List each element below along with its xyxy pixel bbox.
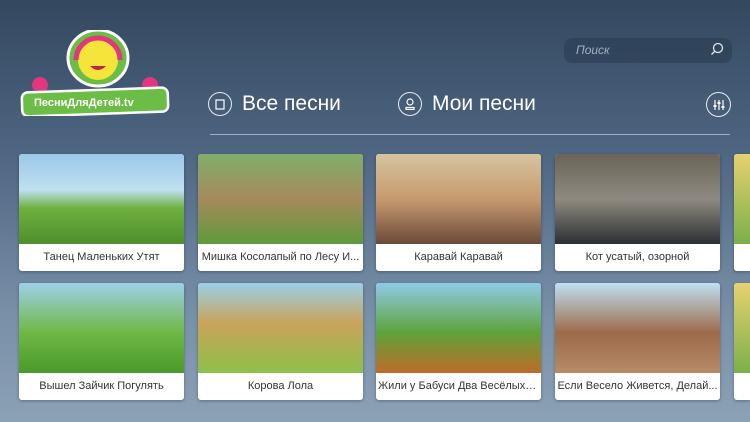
song-title: Если Весело Живется, Делай... bbox=[557, 380, 718, 392]
song-thumbnail bbox=[734, 283, 750, 373]
song-thumbnail bbox=[19, 154, 184, 244]
divider bbox=[210, 134, 730, 135]
song-thumbnail bbox=[198, 154, 363, 244]
song-card-partial[interactable] bbox=[734, 283, 750, 400]
user-icon bbox=[398, 92, 422, 116]
song-thumbnail bbox=[376, 154, 541, 244]
song-title: Корова Лола bbox=[247, 380, 314, 392]
song-title: Кот усатый, озорной bbox=[585, 251, 690, 263]
equalizer-icon bbox=[713, 99, 724, 110]
song-thumbnail bbox=[734, 154, 750, 244]
tab-all-songs[interactable]: Все песни bbox=[208, 92, 341, 116]
song-card[interactable]: Жили у Бабуси Два Весёлых Г... bbox=[376, 283, 541, 400]
tab-my-songs[interactable]: Мои песни bbox=[398, 92, 536, 116]
film-icon bbox=[208, 92, 232, 116]
song-thumbnail bbox=[555, 283, 720, 373]
search-input[interactable]: Поиск bbox=[564, 38, 732, 63]
tab-label: Мои песни bbox=[432, 92, 536, 115]
song-thumbnail bbox=[198, 283, 363, 373]
song-title: Жили у Бабуси Два Весёлых Г... bbox=[378, 380, 541, 392]
song-card[interactable]: Вышел Зайчик Погулять bbox=[19, 283, 184, 400]
tab-label: Все песни bbox=[242, 92, 341, 115]
song-card[interactable]: Каравай Каравай bbox=[376, 154, 541, 271]
song-title: Каравай Каравай bbox=[414, 251, 503, 263]
settings-button[interactable] bbox=[706, 92, 731, 117]
song-thumbnail bbox=[555, 154, 720, 244]
song-card[interactable]: Кот усатый, озорной bbox=[555, 154, 720, 271]
song-thumbnail bbox=[376, 283, 541, 373]
search-icon[interactable] bbox=[710, 42, 724, 56]
song-thumbnail bbox=[19, 283, 184, 373]
song-card[interactable]: Корова Лола bbox=[198, 283, 363, 400]
logo: ПесниДляДетей.tv bbox=[20, 28, 170, 118]
song-card[interactable]: Танец Маленьких Утят bbox=[19, 154, 184, 271]
song-card-partial[interactable] bbox=[734, 154, 750, 271]
song-title: Мишка Косолапый по Лесу И... bbox=[201, 251, 360, 263]
song-card[interactable]: Мишка Косолапый по Лесу И... bbox=[198, 154, 363, 271]
song-card[interactable]: Если Весело Живется, Делай... bbox=[555, 283, 720, 400]
song-title: Танец Маленьких Утят bbox=[43, 251, 160, 263]
logo-text: ПесниДляДетей.tv bbox=[34, 97, 134, 109]
song-title: Вышел Зайчик Погулять bbox=[39, 380, 164, 392]
search-placeholder: Поиск bbox=[576, 43, 610, 57]
